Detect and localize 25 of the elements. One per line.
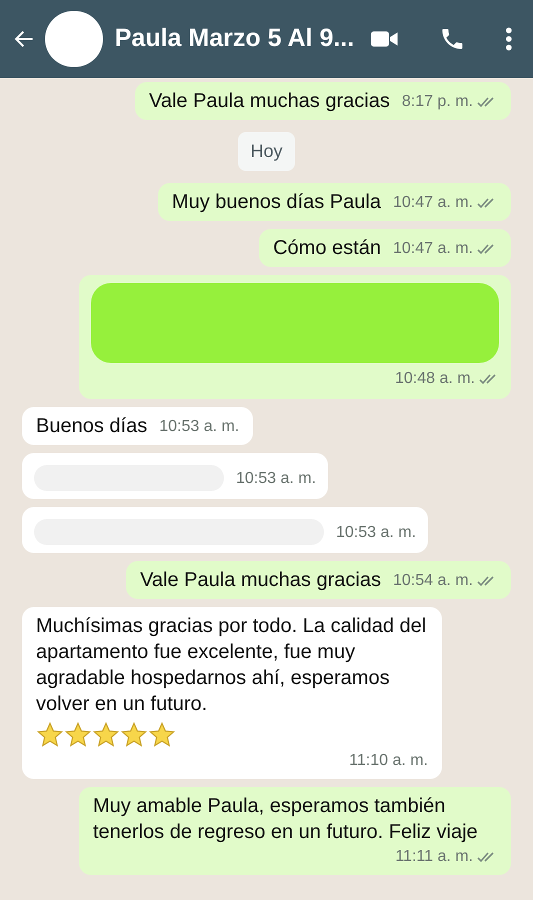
chat-title[interactable]: Paula Marzo 5 Al 9... [114, 20, 354, 58]
message-text: Cómo están [273, 236, 381, 261]
message-time: 10:48 a. m. [394, 369, 475, 389]
more-options-icon[interactable] [505, 26, 513, 52]
message-text: Muchísimas gracias por todo. La calidad del apartamento fue excelente, fue muy agradable hospedarnos ahí, esperamos volver en un futuro. [36, 614, 428, 717]
star-icon [36, 721, 64, 749]
message-time: 10:53 a. m. [159, 417, 240, 437]
star-icon [120, 721, 148, 749]
message-text: Vale Paula muchas gracias [148, 89, 390, 114]
message-time: 10:47 a. m. [392, 239, 473, 259]
star-icon [64, 721, 92, 749]
message-time: 11:10 a. m. [349, 751, 428, 771]
star-icon [92, 721, 120, 749]
message-text: Muy buenos días Paula [172, 190, 381, 215]
message-text: Vale Paula muchas gracias [140, 568, 381, 593]
message-text: Buenos días [36, 414, 148, 439]
message-time: 10:53 a. m. [336, 523, 416, 543]
message-time: 10:47 a. m. [392, 193, 473, 213]
date-chip: Hoy [238, 132, 294, 171]
message-time: 10:53 a. m. [236, 469, 316, 489]
message-time: 11:11 a. m. [395, 847, 473, 867]
message-time: 8:17 p. m. [402, 92, 473, 112]
star-icon [148, 721, 176, 749]
message-time: 10:54 a. m. [392, 571, 473, 591]
message-text: Muy amable Paula, esperamos también tenerlos de regreso en un futuro. Feliz viaje [93, 794, 479, 845]
